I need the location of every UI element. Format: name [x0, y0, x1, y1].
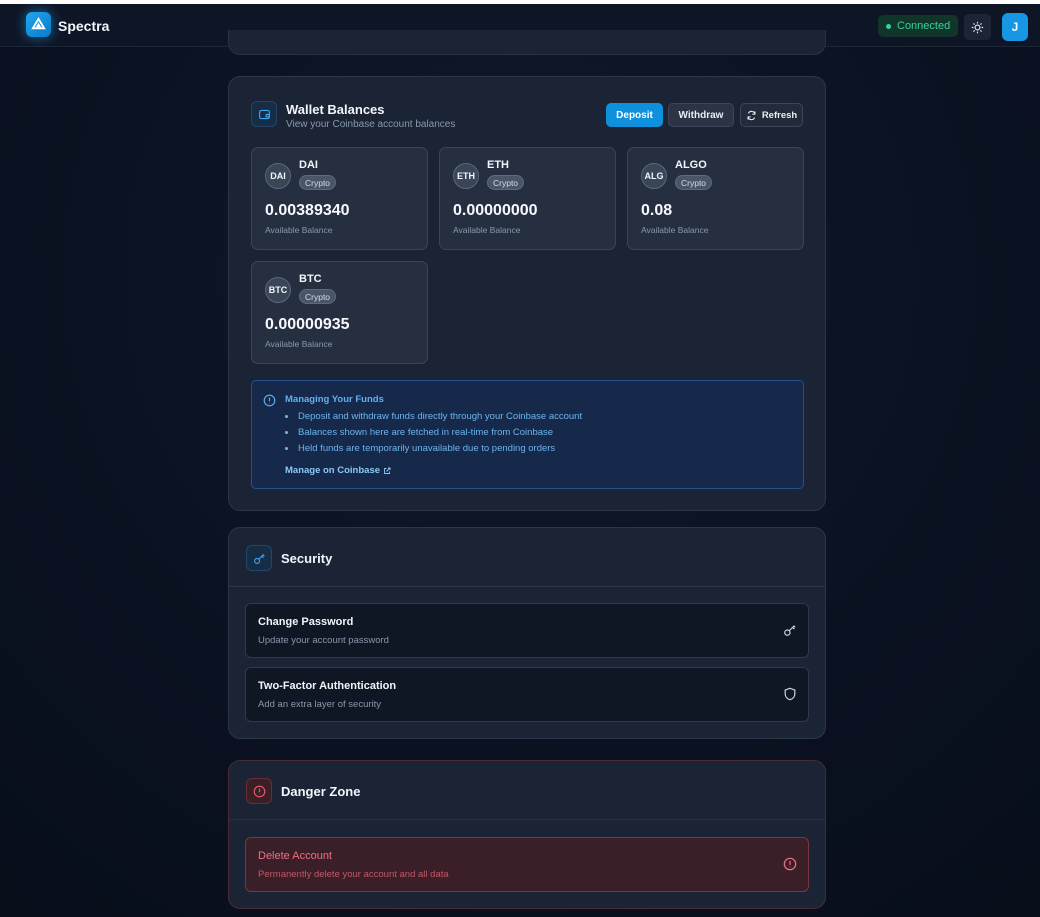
deposit-button[interactable]: Deposit	[606, 103, 663, 127]
row-subtitle: Permanently delete your account and all …	[258, 869, 449, 880]
coin-badge: ALG	[641, 163, 667, 189]
balance-amount: 0.00389340	[265, 202, 350, 219]
security-title: Security	[281, 551, 333, 566]
asset-type-tag: Crypto	[299, 289, 337, 304]
balance-caption: Available Balance	[265, 339, 333, 349]
row-title: Change Password	[258, 616, 354, 628]
balance-amount: 0.00000000	[453, 202, 538, 219]
theme-toggle-button[interactable]	[964, 14, 991, 40]
two-factor-row[interactable]: Two-Factor Authentication Add an extra l…	[245, 667, 809, 722]
info-list: Deposit and withdraw funds directly thro…	[285, 411, 582, 459]
coin-badge: ETH	[453, 163, 479, 189]
previous-card-bottom	[228, 30, 826, 55]
balance-caption: Available Balance	[265, 225, 333, 235]
row-title: Delete Account	[258, 850, 332, 862]
wallet-title: Wallet Balances	[286, 102, 385, 117]
wallet-balances-card: Wallet Balances View your Coinbase accou…	[228, 76, 826, 511]
row-subtitle: Add an extra layer of security	[258, 699, 382, 710]
danger-header: Danger Zone	[229, 761, 825, 820]
asset-type-tag: Crypto	[675, 175, 713, 190]
row-title: Two-Factor Authentication	[258, 680, 397, 692]
logo-icon[interactable]	[26, 12, 51, 37]
key-icon	[246, 545, 272, 571]
external-link-icon	[384, 467, 391, 474]
manage-on-coinbase-link[interactable]: Manage on Coinbase	[285, 465, 391, 476]
info-title: Managing Your Funds	[285, 394, 384, 405]
balance-card-algo: ALG ALGO Crypto 0.08 Available Balance	[627, 147, 804, 250]
alert-icon	[246, 778, 272, 804]
connection-status-badge: Connected	[878, 15, 959, 37]
wallet-subtitle: View your Coinbase account balances	[286, 119, 456, 130]
withdraw-button[interactable]: Withdraw	[668, 103, 734, 127]
coin-symbol: ALGO	[675, 159, 707, 171]
status-dot-icon	[886, 23, 891, 29]
shield-icon	[784, 687, 796, 701]
asset-type-tag: Crypto	[299, 175, 337, 190]
security-header: Security	[229, 528, 825, 587]
danger-zone-card: Danger Zone Delete Account Permanently d…	[228, 760, 826, 909]
row-subtitle: Update your account password	[258, 635, 389, 646]
funds-info-box: Managing Your Funds Deposit and withdraw…	[251, 380, 804, 489]
sun-icon	[971, 21, 984, 33]
balance-amount: 0.08	[641, 202, 673, 219]
balance-card-dai: DAI DAI Crypto 0.00389340 Available Bala…	[251, 147, 428, 250]
refresh-label: Refresh	[761, 109, 798, 121]
coin-symbol: DAI	[299, 159, 318, 171]
connection-status-label: Connected	[897, 20, 951, 32]
refresh-icon	[747, 110, 756, 120]
wallet-icon	[251, 101, 277, 127]
coin-symbol: BTC	[299, 273, 322, 285]
delete-account-row[interactable]: Delete Account Permanently delete your a…	[245, 837, 809, 892]
balance-caption: Available Balance	[453, 225, 521, 235]
balance-caption: Available Balance	[641, 225, 709, 235]
info-list-item: Balances shown here are fetched in real-…	[285, 427, 582, 443]
key-icon	[784, 625, 796, 636]
coin-badge: DAI	[265, 163, 291, 189]
asset-type-tag: Crypto	[487, 175, 525, 190]
manage-link-label: Manage on Coinbase	[285, 465, 381, 476]
alert-icon	[783, 857, 797, 871]
balance-amount: 0.00000935	[265, 316, 350, 333]
danger-title: Danger Zone	[281, 784, 361, 799]
balance-card-eth: ETH ETH Crypto 0.00000000 Available Bala…	[439, 147, 616, 250]
coin-badge: BTC	[265, 277, 291, 303]
info-icon	[263, 394, 276, 407]
info-list-item: Deposit and withdraw funds directly thro…	[285, 411, 582, 427]
user-avatar-button[interactable]: J	[1002, 13, 1028, 41]
coin-symbol: ETH	[487, 159, 509, 171]
brand-name[interactable]: Spectra	[58, 18, 109, 34]
balance-card-btc: BTC BTC Crypto 0.00000935 Available Bala…	[251, 261, 428, 364]
change-password-row[interactable]: Change Password Update your account pass…	[245, 603, 809, 658]
info-list-item: Held funds are temporarily unavailable d…	[285, 443, 582, 459]
security-card: Security Change Password Update your acc…	[228, 527, 826, 739]
refresh-button[interactable]: Refresh	[740, 103, 803, 127]
